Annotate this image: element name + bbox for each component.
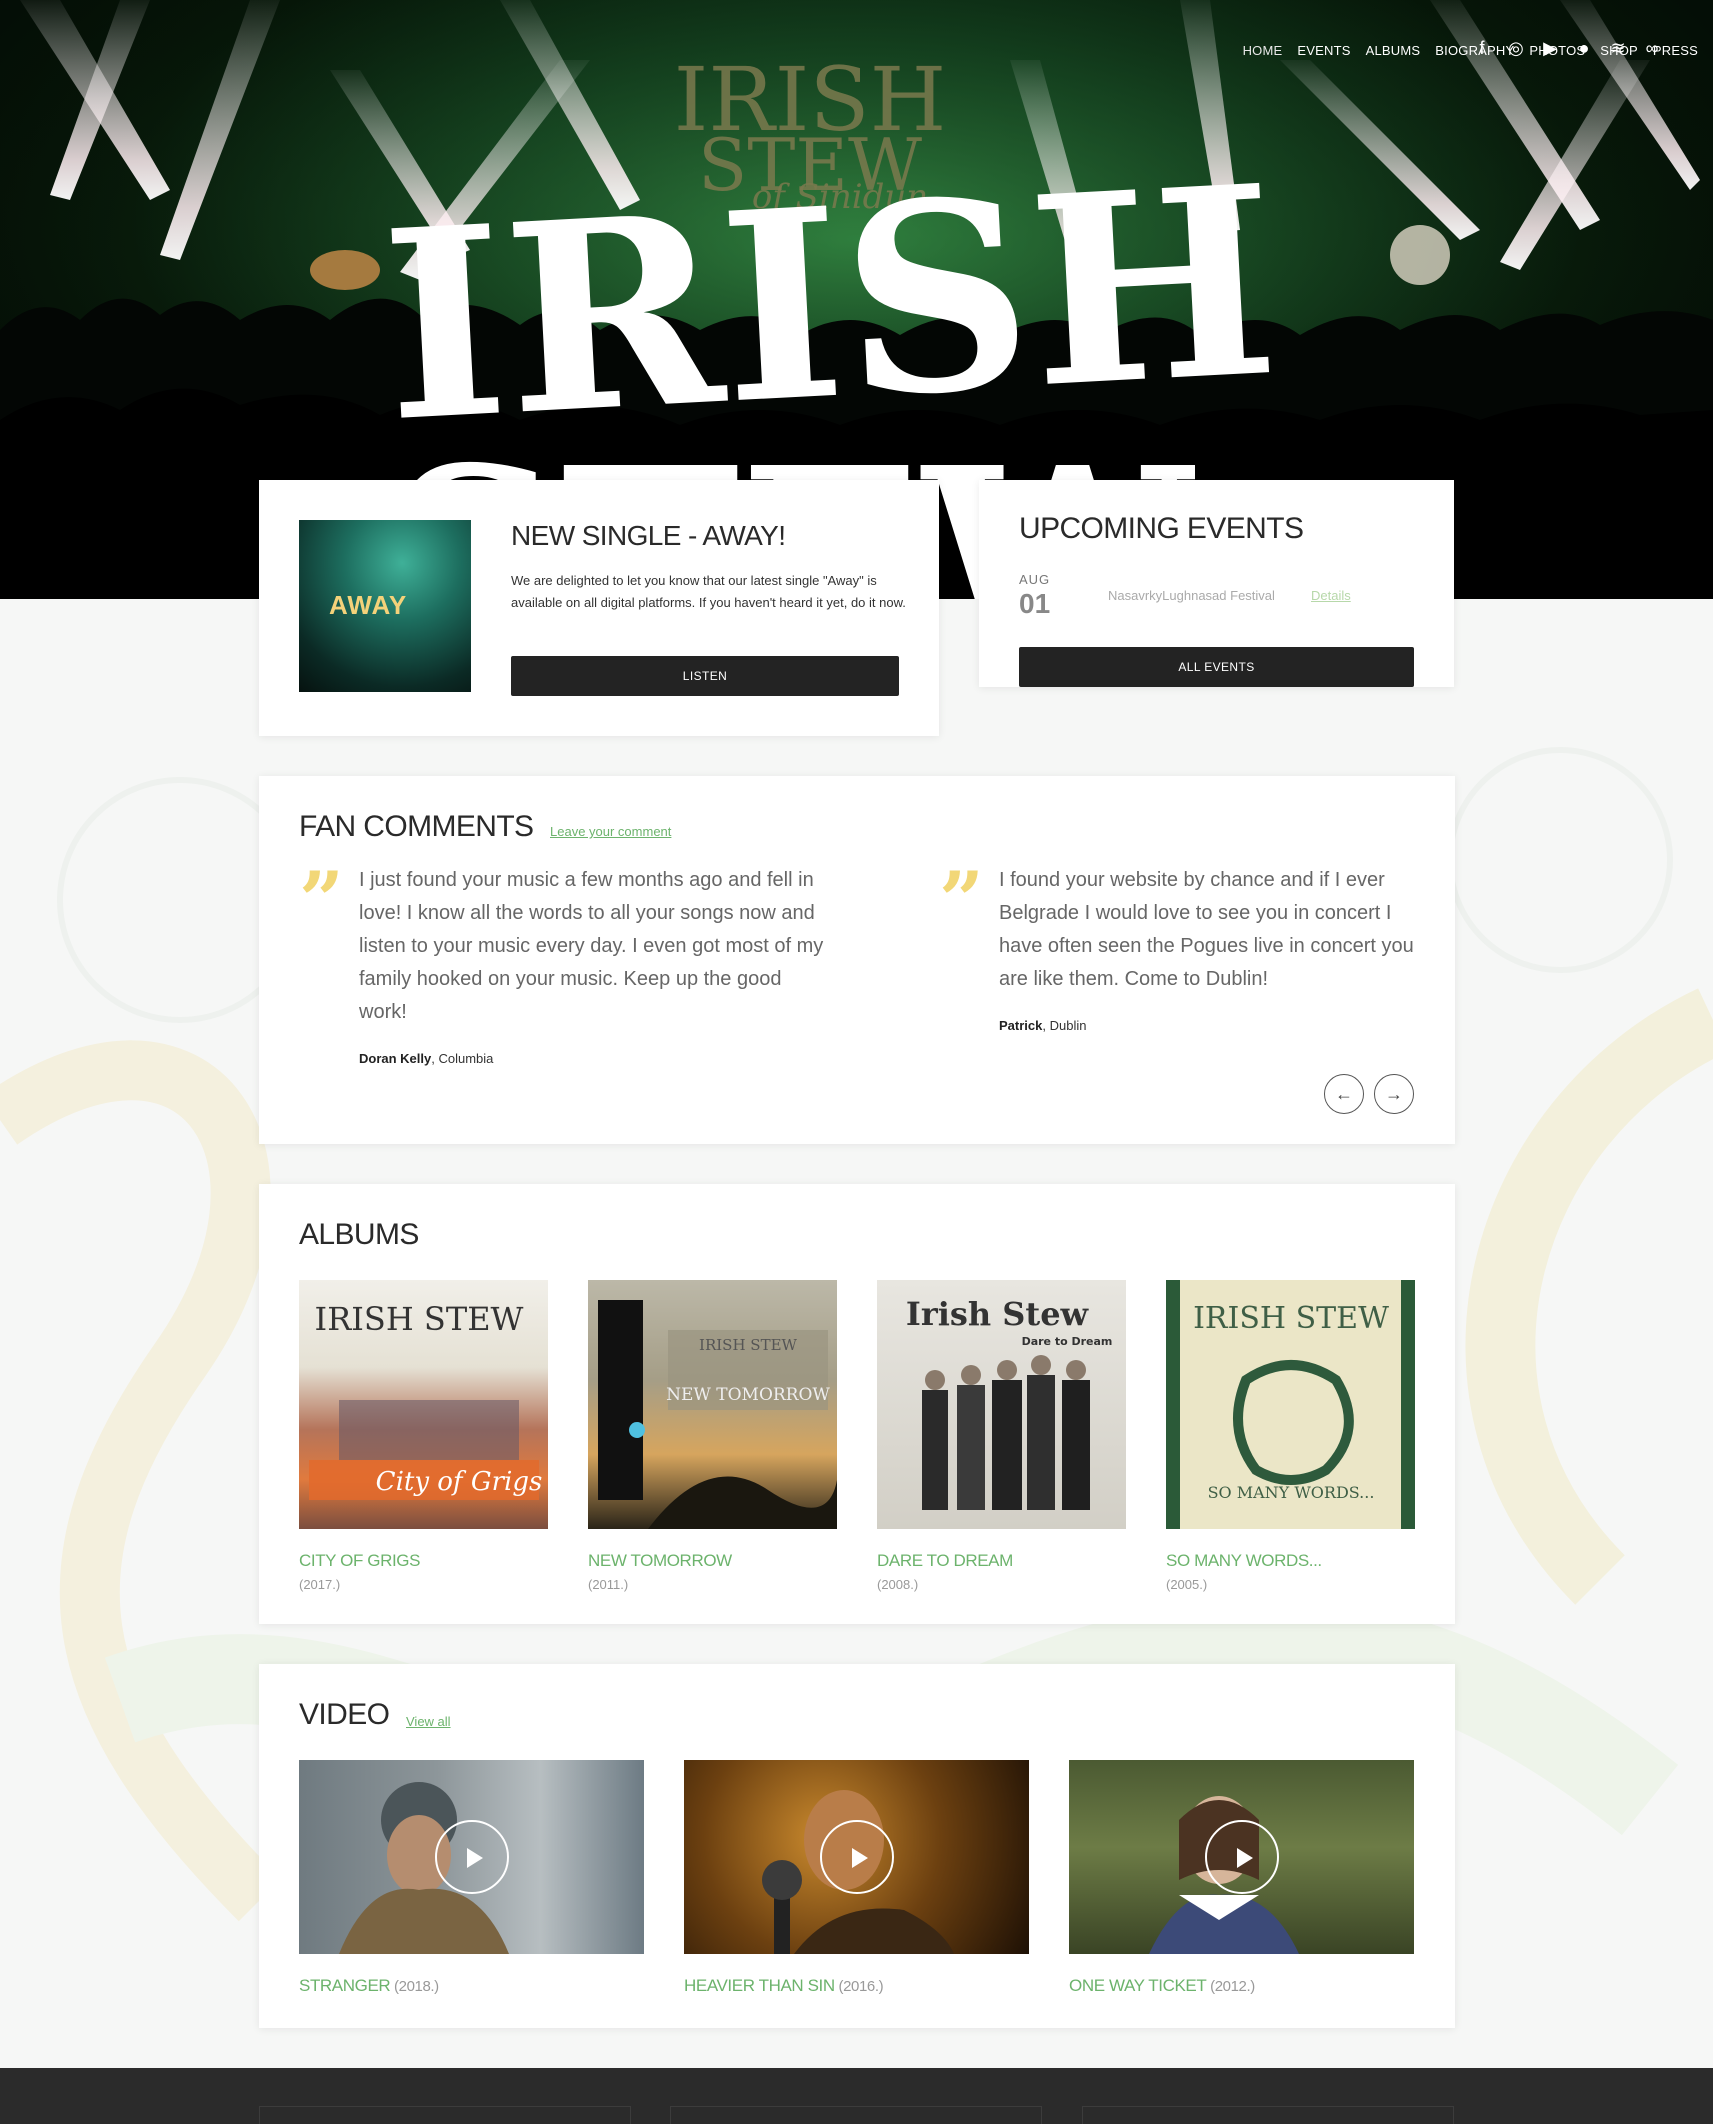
album-cover[interactable]: IRISH STEW City of Grigs bbox=[299, 1280, 548, 1529]
video-name[interactable]: STRANGER bbox=[299, 1976, 391, 1995]
video-year: (2016.) bbox=[834, 1978, 884, 1995]
album-year: (2008.) bbox=[877, 1577, 919, 1592]
instagram-icon[interactable]: ◎ bbox=[1505, 36, 1527, 60]
comment-author-name: Patrick bbox=[999, 1018, 1043, 1033]
svg-text:IRISH STEW: IRISH STEW bbox=[699, 1336, 798, 1354]
album-cover[interactable]: IRISH STEW ​ SO MANY WORDS... bbox=[1166, 1280, 1415, 1529]
play-icon[interactable] bbox=[819, 1820, 894, 1894]
events-title: UPCOMING EVENTS bbox=[1019, 512, 1304, 545]
svg-text:Dare to Dream: Dare to Dream bbox=[1022, 1335, 1113, 1348]
video-item[interactable]: ONE WAY TICKET (2012.) bbox=[1069, 1760, 1414, 1996]
video-name[interactable]: HEAVIER THAN SIN bbox=[684, 1976, 835, 1995]
footer-box bbox=[1082, 2106, 1454, 2124]
video-caption[interactable]: HEAVIER THAN SIN (2016.) bbox=[684, 1976, 1029, 1996]
lastfm-icon[interactable]: ∞ bbox=[1641, 36, 1663, 60]
event-details-link[interactable]: Details bbox=[1311, 588, 1351, 603]
video-year: (2012.) bbox=[1206, 1978, 1255, 1995]
album-name[interactable]: SO MANY WORDS... bbox=[1166, 1551, 1415, 1571]
video-thumbnail[interactable] bbox=[299, 1760, 644, 1954]
prev-comment-button[interactable]: ← bbox=[1324, 1074, 1364, 1114]
single-cover[interactable]: AWAY bbox=[299, 520, 471, 692]
leave-comment-link[interactable]: Leave your comment bbox=[550, 824, 671, 839]
video-thumbnail[interactable] bbox=[1069, 1760, 1414, 1954]
svg-text:Irish Stew: Irish Stew bbox=[906, 1295, 1090, 1333]
video-item[interactable]: STRANGER (2018.) bbox=[299, 1760, 644, 1996]
event-month: AUG bbox=[1019, 572, 1051, 587]
fan-comments-card: FAN COMMENTS Leave your comment ” I just… bbox=[259, 776, 1455, 1144]
comment-author: Patrick, Dublin bbox=[999, 1018, 1086, 1033]
svg-text:NEW TOMORROW: NEW TOMORROW bbox=[666, 1385, 830, 1405]
svg-text:IRISH STEW: IRISH STEW bbox=[315, 1300, 524, 1338]
video-year: (2018.) bbox=[390, 1978, 439, 1995]
quote-icon: ” bbox=[939, 866, 984, 906]
event-venue: NasavrkyLughnasad Festival bbox=[1108, 588, 1275, 603]
all-events-button[interactable]: ALL EVENTS bbox=[1019, 647, 1414, 687]
svg-text:SO MANY WORDS...: SO MANY WORDS... bbox=[1208, 1483, 1375, 1502]
play-icon[interactable] bbox=[1204, 1820, 1279, 1894]
new-single-card: AWAY NEW SINGLE - AWAY! We are delighted… bbox=[259, 480, 939, 736]
video-item[interactable]: HEAVIER THAN SIN (2016.) bbox=[684, 1760, 1029, 1996]
footer-box bbox=[259, 2106, 631, 2124]
album-item[interactable]: IRISH STEW ​ SO MANY WORDS... SO MANY WO… bbox=[1166, 1280, 1415, 1592]
comment-author: Doran Kelly, Columbia bbox=[359, 1051, 493, 1066]
facebook-icon[interactable]: f bbox=[1471, 36, 1493, 60]
album-cover[interactable]: Irish Stew Dare to Dream bbox=[877, 1280, 1126, 1529]
svg-text:City of Grigs: City of Grigs bbox=[376, 1467, 543, 1497]
single-title: NEW SINGLE - AWAY! bbox=[511, 520, 786, 551]
album-year: (2011.) bbox=[588, 1577, 629, 1592]
comment-author-location: , Dublin bbox=[1042, 1018, 1087, 1033]
video-caption[interactable]: STRANGER (2018.) bbox=[299, 1976, 644, 1996]
video-card: VIDEO View all STRANGER (2018.) HEAVIER … bbox=[259, 1664, 1455, 2028]
nav-home[interactable]: HOME bbox=[1243, 43, 1283, 58]
nav-events[interactable]: EVENTS bbox=[1297, 43, 1350, 58]
view-all-videos-link[interactable]: View all bbox=[406, 1714, 451, 1729]
listen-button[interactable]: LISTEN bbox=[511, 656, 899, 696]
album-cover[interactable]: IRISH STEW NEW TOMORROW bbox=[588, 1280, 837, 1529]
play-icon[interactable] bbox=[434, 1820, 509, 1894]
youtube-icon[interactable]: ▶ bbox=[1539, 36, 1561, 60]
video-caption[interactable]: ONE WAY TICKET (2012.) bbox=[1069, 1976, 1414, 1996]
event-day: 01 bbox=[1019, 588, 1051, 619]
comment-text: I found your website by chance and if I … bbox=[999, 869, 1414, 990]
video-title: VIDEO bbox=[299, 1698, 390, 1731]
album-item[interactable]: IRISH STEW City of Grigs CITY OF GRIGS (… bbox=[299, 1280, 548, 1592]
upcoming-events-card: UPCOMING EVENTS AUG 01 NasavrkyLughnasad… bbox=[979, 480, 1454, 687]
quote-icon: ” bbox=[299, 866, 344, 906]
album-year: (2017.) bbox=[299, 1577, 341, 1592]
next-comment-button[interactable]: → bbox=[1374, 1074, 1414, 1114]
album-name[interactable]: CITY OF GRIGS bbox=[299, 1551, 548, 1571]
comment-author-name: Doran Kelly bbox=[359, 1051, 432, 1066]
albums-card: ALBUMS IRISH STEW City of Grigs CITY OF … bbox=[259, 1184, 1455, 1624]
nav-albums[interactable]: ALBUMS bbox=[1366, 43, 1421, 58]
single-body: We are delighted to let you know that ou… bbox=[511, 573, 906, 610]
comments-title: FAN COMMENTS bbox=[299, 810, 534, 843]
album-name[interactable]: NEW TOMORROW bbox=[588, 1551, 837, 1571]
footer bbox=[0, 2068, 1713, 2124]
video-thumbnail[interactable] bbox=[684, 1760, 1029, 1954]
comment-text: I just found your music a few months ago… bbox=[359, 869, 824, 1023]
svg-text:IRISH STEW: IRISH STEW bbox=[1193, 1301, 1389, 1336]
comment-author-location: , Columbia bbox=[431, 1051, 494, 1066]
social-icons: f ◎ ▶ ● ≋ ∞ bbox=[1471, 36, 1663, 60]
video-name[interactable]: ONE WAY TICKET bbox=[1069, 1976, 1207, 1995]
apple-icon[interactable]: ● bbox=[1573, 36, 1595, 60]
album-item[interactable]: IRISH STEW NEW TOMORROW NEW TOMORROW (20… bbox=[588, 1280, 837, 1592]
album-year: (2005.) bbox=[1166, 1577, 1208, 1592]
spotify-icon[interactable]: ≋ bbox=[1607, 36, 1629, 60]
single-cover-title: AWAY bbox=[329, 590, 408, 620]
footer-box bbox=[670, 2106, 1042, 2124]
album-name[interactable]: DARE TO DREAM bbox=[877, 1551, 1126, 1571]
album-item[interactable]: Irish Stew Dare to Dream DARE TO DREAM (… bbox=[877, 1280, 1126, 1592]
albums-title: ALBUMS bbox=[299, 1218, 419, 1251]
